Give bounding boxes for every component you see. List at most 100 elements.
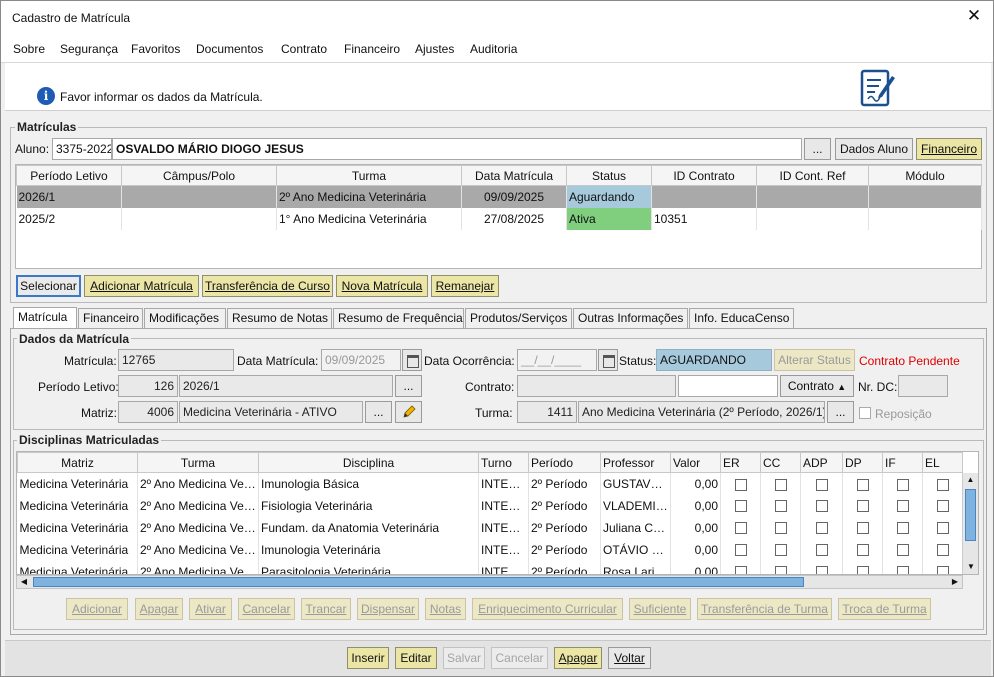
alterar-status-button[interactable]: Alterar Status bbox=[774, 349, 855, 371]
col-cc[interactable]: CC bbox=[760, 452, 801, 473]
matriz-search-button[interactable]: ... bbox=[365, 401, 392, 423]
tab-resumo-frequencia[interactable]: Resumo de Frequência bbox=[333, 308, 464, 329]
adp-checkbox[interactable] bbox=[800, 538, 843, 561]
er-checkbox[interactable] bbox=[720, 472, 761, 495]
disciplina-ativar-button[interactable]: Ativar bbox=[189, 598, 232, 620]
disciplina-dispensar-button[interactable]: Dispensar bbox=[357, 598, 419, 620]
selecionar-button[interactable]: Selecionar bbox=[16, 275, 81, 297]
table-row[interactable]: 2025/2 1° Ano Medicina Veterinária 27/08… bbox=[16, 207, 982, 230]
col-el[interactable]: EL bbox=[922, 452, 963, 473]
menu-contrato[interactable]: Contrato bbox=[281, 42, 327, 56]
menu-sobre[interactable]: Sobre bbox=[13, 42, 45, 56]
er-checkbox[interactable] bbox=[720, 516, 761, 539]
close-icon[interactable]: ✕ bbox=[963, 6, 985, 26]
col-professor[interactable]: Professor bbox=[600, 452, 671, 473]
periodo-search-button[interactable]: ... bbox=[395, 375, 422, 397]
col-dp[interactable]: DP bbox=[842, 452, 883, 473]
cc-checkbox[interactable] bbox=[760, 472, 801, 495]
adicionar-matricula-button[interactable]: Adicionar Matrícula bbox=[84, 275, 199, 297]
disciplina-apagar-button[interactable]: Apagar bbox=[135, 598, 183, 620]
remanejar-button[interactable]: Remanejar bbox=[431, 275, 499, 297]
cc-checkbox[interactable] bbox=[760, 560, 801, 574]
tab-info-educacenso[interactable]: Info. EducaCenso bbox=[689, 308, 794, 329]
table-row[interactable]: Medicina Veterinária 2º Ano Medicina Vet… bbox=[17, 472, 963, 495]
tab-produtos-servicos[interactable]: Produtos/Serviços bbox=[465, 308, 572, 329]
nova-matricula-button[interactable]: Nova Matrícula bbox=[336, 275, 428, 297]
er-checkbox[interactable] bbox=[720, 494, 761, 517]
table-row[interactable]: Medicina Veterinária 2º Ano Medicina Vet… bbox=[17, 538, 963, 561]
el-checkbox[interactable] bbox=[922, 494, 963, 517]
tab-matricula[interactable]: Matrícula bbox=[13, 307, 77, 329]
suficiente-button[interactable]: Suficiente bbox=[629, 598, 691, 620]
vertical-scrollbar[interactable]: ▲ ▼ bbox=[962, 473, 978, 574]
el-checkbox[interactable] bbox=[922, 516, 963, 539]
aluno-code-input[interactable]: 3375-2022 bbox=[52, 138, 112, 160]
table-row[interactable]: Medicina Veterinária 2º Ano Medicina Vet… bbox=[17, 516, 963, 539]
tab-financeiro[interactable]: Financeiro bbox=[78, 308, 143, 329]
cancelar-button[interactable]: Cancelar bbox=[491, 647, 548, 669]
apagar-button[interactable]: Apagar bbox=[554, 647, 602, 669]
scroll-up-icon[interactable]: ▲ bbox=[963, 473, 978, 487]
disciplina-notas-button[interactable]: Notas bbox=[425, 598, 466, 620]
transferencia-turma-button[interactable]: Transferência de Turma bbox=[697, 598, 832, 620]
inserir-button[interactable]: Inserir bbox=[347, 647, 389, 669]
aluno-search-button[interactable]: ... bbox=[804, 138, 831, 160]
col-id-cont-ref[interactable]: ID Cont. Ref bbox=[756, 165, 869, 186]
adp-checkbox[interactable] bbox=[800, 516, 843, 539]
menu-favoritos[interactable]: Favoritos bbox=[131, 42, 180, 56]
financeiro-button[interactable]: Financeiro bbox=[916, 138, 982, 160]
cc-checkbox[interactable] bbox=[760, 516, 801, 539]
menu-ajustes[interactable]: Ajustes bbox=[415, 42, 454, 56]
col-periodo[interactable]: Período bbox=[528, 452, 601, 473]
scroll-left-icon[interactable]: ◀ bbox=[17, 576, 31, 588]
col-data-matricula[interactable]: Data Matrícula bbox=[461, 165, 567, 186]
if-checkbox[interactable] bbox=[882, 560, 923, 574]
col-id-contrato[interactable]: ID Contrato bbox=[651, 165, 757, 186]
enriquecimento-curricular-button[interactable]: Enriquecimento Curricular bbox=[472, 598, 623, 620]
menu-auditoria[interactable]: Auditoria bbox=[470, 42, 517, 56]
horizontal-scrollbar[interactable]: ◀ ▶ bbox=[16, 575, 963, 589]
vertical-scroll-thumb[interactable] bbox=[965, 489, 976, 541]
horizontal-scroll-thumb[interactable] bbox=[33, 577, 804, 587]
disciplina-cancelar-button[interactable]: Cancelar bbox=[238, 598, 295, 620]
if-checkbox[interactable] bbox=[882, 472, 923, 495]
el-checkbox[interactable] bbox=[922, 472, 963, 495]
col-modulo[interactable]: Módulo bbox=[868, 165, 982, 186]
col-if[interactable]: IF bbox=[882, 452, 923, 473]
er-checkbox[interactable] bbox=[720, 538, 761, 561]
col-turma[interactable]: Turma bbox=[137, 452, 259, 473]
if-checkbox[interactable] bbox=[882, 516, 923, 539]
col-er[interactable]: ER bbox=[720, 452, 761, 473]
reposicao-checkbox[interactable] bbox=[859, 407, 871, 419]
cc-checkbox[interactable] bbox=[760, 494, 801, 517]
adp-checkbox[interactable] bbox=[800, 494, 843, 517]
table-row[interactable]: Medicina Veterinária 2º Ano Medicina Vet… bbox=[17, 560, 963, 574]
menu-financeiro[interactable]: Financeiro bbox=[344, 42, 400, 56]
col-turma[interactable]: Turma bbox=[276, 165, 462, 186]
data-ocorrencia-input[interactable]: __/__/____ bbox=[517, 349, 597, 371]
col-disciplina[interactable]: Disciplina bbox=[258, 452, 479, 473]
turma-search-button[interactable]: ... bbox=[827, 401, 854, 423]
el-checkbox[interactable] bbox=[922, 560, 963, 574]
if-checkbox[interactable] bbox=[882, 494, 923, 517]
editar-button[interactable]: Editar bbox=[395, 647, 437, 669]
tab-modificacoes[interactable]: Modificações bbox=[144, 308, 226, 329]
scroll-down-icon[interactable]: ▼ bbox=[963, 560, 978, 574]
adp-checkbox[interactable] bbox=[800, 560, 843, 574]
salvar-button[interactable]: Salvar bbox=[443, 647, 485, 669]
if-checkbox[interactable] bbox=[882, 538, 923, 561]
col-status[interactable]: Status bbox=[566, 165, 652, 186]
col-adp[interactable]: ADP bbox=[800, 452, 843, 473]
col-matriz[interactable]: Matriz bbox=[17, 452, 138, 473]
col-valor[interactable]: Valor bbox=[670, 452, 721, 473]
cc-checkbox[interactable] bbox=[760, 538, 801, 561]
calendar-icon[interactable] bbox=[402, 349, 422, 371]
dp-checkbox[interactable] bbox=[842, 560, 883, 574]
table-row[interactable]: Medicina Veterinária 2º Ano Medicina Vet… bbox=[17, 494, 963, 517]
er-checkbox[interactable] bbox=[720, 560, 761, 574]
el-checkbox[interactable] bbox=[922, 538, 963, 561]
tab-outras-informacoes[interactable]: Outras Informações bbox=[573, 308, 688, 329]
col-campus-polo[interactable]: Câmpus/Polo bbox=[121, 165, 277, 186]
adp-checkbox[interactable] bbox=[800, 472, 843, 495]
dados-aluno-button[interactable]: Dados Aluno bbox=[835, 138, 913, 160]
